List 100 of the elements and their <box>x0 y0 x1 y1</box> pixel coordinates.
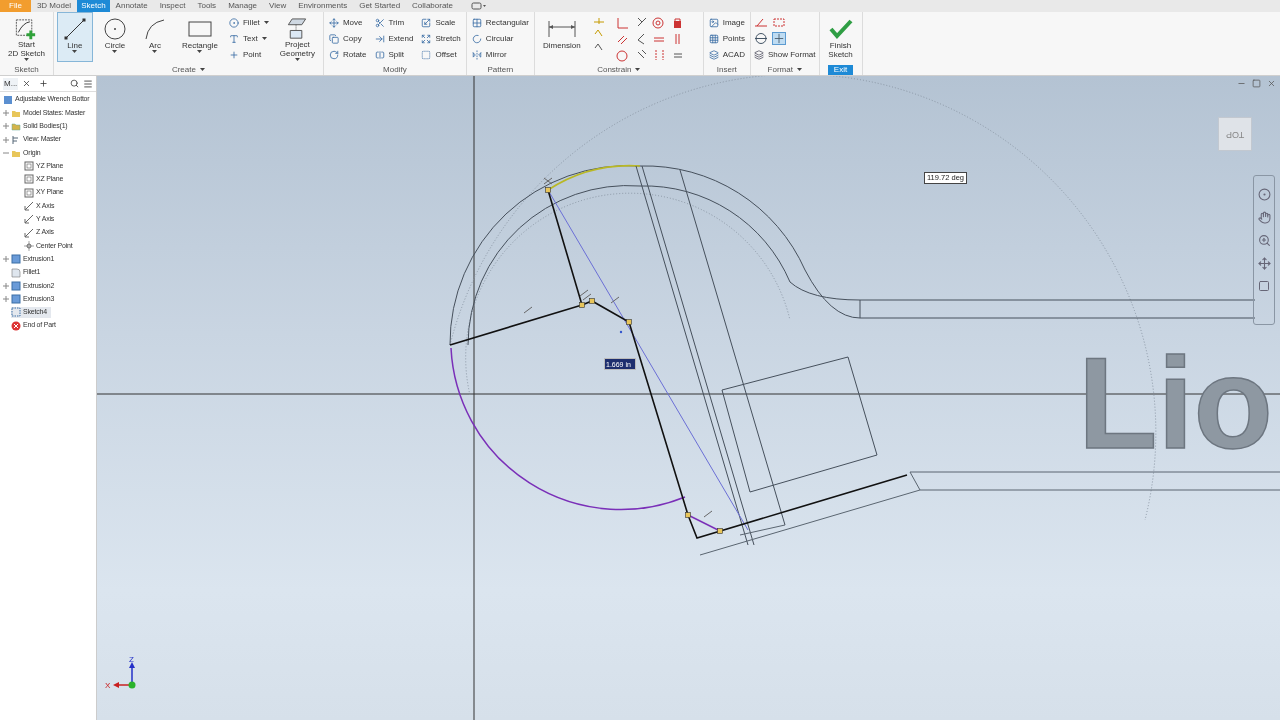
zoom-icon[interactable] <box>1257 234 1271 247</box>
close-icon[interactable] <box>1267 79 1276 88</box>
extrusion-icon <box>11 254 21 265</box>
menu-tab[interactable]: Sketch <box>77 0 110 12</box>
ribbon-tool-button[interactable]: Mirror <box>471 48 529 61</box>
part-icon <box>3 94 13 105</box>
sketch-icon <box>11 307 21 318</box>
ribbon-tool-button[interactable]: Trim <box>374 16 414 29</box>
menu-tab[interactable]: View <box>263 0 293 12</box>
menu-tab[interactable]: Manage <box>222 0 264 12</box>
ribbon-tool-button[interactable]: Point <box>228 48 269 61</box>
centerline-icon[interactable] <box>753 32 768 45</box>
bodies-icon <box>11 121 21 132</box>
panel-title[interactable]: Create <box>171 64 205 75</box>
scissors-icon <box>374 17 385 28</box>
circle-icon <box>101 17 128 41</box>
stop-icon <box>11 320 21 331</box>
ribbon-tool-button[interactable]: Extend <box>374 32 414 45</box>
ribbon-tool-button[interactable]: Rotate <box>328 48 367 61</box>
browser-tab[interactable]: M... <box>3 77 19 90</box>
point-icon <box>228 49 239 60</box>
point-icon <box>24 240 34 251</box>
rotate-icon <box>328 49 339 60</box>
ribbon-tool-button[interactable]: Text <box>228 32 269 45</box>
expand-icon[interactable] <box>3 123 9 130</box>
points-icon <box>708 33 719 44</box>
plane-icon <box>24 174 34 185</box>
panel-title: Pattern <box>487 64 514 75</box>
caret-icon <box>199 68 205 71</box>
expand-icon[interactable] <box>3 282 9 289</box>
caret-icon <box>261 37 267 40</box>
menu-tab[interactable]: Get Started <box>353 0 407 12</box>
menu-tab[interactable]: 3D Model <box>30 0 78 12</box>
dropdown-icon[interactable] <box>471 0 487 12</box>
scale-icon <box>421 17 432 28</box>
menu-tab[interactable]: Annotate <box>109 0 154 12</box>
ribbon-tool-button[interactable]: Line <box>56 12 93 62</box>
ribbon-tool-button[interactable]: Project Geometry <box>274 12 320 62</box>
ribbon-tool-button[interactable]: Stretch <box>421 32 461 45</box>
text-icon <box>228 33 239 44</box>
caret-icon <box>23 58 29 61</box>
ribbon-tool-button[interactable]: Copy <box>328 32 367 45</box>
view-icon <box>11 134 21 145</box>
caret-icon <box>796 68 802 71</box>
menu-tab[interactable]: Environments <box>292 0 354 12</box>
expand-icon[interactable] <box>3 136 9 143</box>
menu-tab[interactable]: Tools <box>191 0 223 12</box>
axis-icon <box>24 227 34 238</box>
collapse-icon[interactable] <box>3 149 9 156</box>
caret-icon <box>112 50 118 53</box>
panel-title[interactable]: Constrain <box>597 64 641 75</box>
ribbon-tool-button[interactable]: Move <box>328 16 367 29</box>
ribbon-tool-button[interactable]: Start 2D Sketch <box>3 12 50 62</box>
expand-icon[interactable] <box>3 109 9 116</box>
plane-icon <box>24 161 34 172</box>
grid-icon <box>471 17 482 28</box>
close-icon[interactable] <box>22 79 32 88</box>
axis-icon <box>24 201 34 211</box>
caret-icon <box>635 68 641 71</box>
check-icon <box>827 17 854 41</box>
ribbon-tool-button[interactable]: Rectangular <box>471 16 529 29</box>
ribbon-tool-button[interactable]: Finish Sketch <box>822 12 859 62</box>
caret-icon <box>263 21 269 24</box>
caret-icon <box>152 50 158 53</box>
ribbon-tool-button[interactable]: Split <box>374 48 414 61</box>
pan-icon[interactable] <box>1257 211 1271 224</box>
ribbon-tool-button[interactable]: ACAD <box>708 48 745 61</box>
split-icon <box>374 49 385 60</box>
caret-icon <box>197 50 203 53</box>
ribbon-tool-button[interactable]: Rectangle <box>176 12 223 62</box>
triad-drawing: Z X <box>105 655 136 690</box>
menu-icon[interactable] <box>83 78 93 89</box>
sketch-drawing[interactable] <box>449 76 1280 556</box>
expand-icon[interactable] <box>3 296 9 303</box>
expand-icon[interactable] <box>3 256 9 263</box>
menu-tab[interactable]: Collaborate <box>406 0 459 12</box>
ribbon-tool-button[interactable]: Offset <box>421 48 461 61</box>
panel-title: Insert <box>716 64 737 75</box>
copy-icon <box>328 33 339 44</box>
show-format-button[interactable]: Show Format <box>753 48 816 61</box>
layers-icon <box>708 49 719 60</box>
mirror-icon <box>471 49 482 60</box>
panel-title: Modify <box>383 64 407 75</box>
caret-icon <box>72 50 78 53</box>
restore-icon[interactable] <box>1252 79 1261 88</box>
search-icon[interactable] <box>70 79 79 88</box>
ribbon-tool-button[interactable]: Image <box>708 16 745 29</box>
panel-title[interactable]: Format <box>767 64 802 75</box>
menu-tab[interactable]: Inspect <box>153 0 192 12</box>
extrusion-icon <box>11 294 21 305</box>
ribbon-tool-button[interactable]: Circular <box>471 32 529 45</box>
move-icon <box>328 17 339 28</box>
ribbon-tool-button[interactable]: Fillet <box>228 16 269 29</box>
plane-icon <box>24 187 34 198</box>
ribbon-tool-button[interactable]: Points <box>708 32 745 45</box>
add-icon[interactable] <box>39 79 49 88</box>
ribbon-tool-button[interactable]: Circle <box>96 12 133 62</box>
ribbon-tool-button[interactable]: Dimension <box>537 12 586 62</box>
ribbon-tool-button[interactable]: Arc <box>136 12 173 62</box>
ribbon-tool-button[interactable]: Scale <box>421 16 461 29</box>
